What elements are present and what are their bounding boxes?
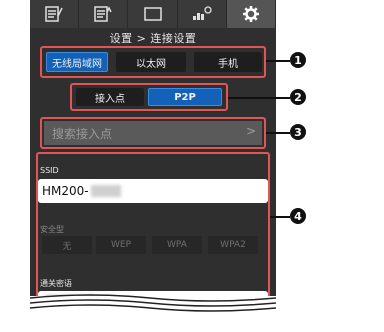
app-screen: 设置 > 连接设置 无线局域网 以太网 手机 接入点 P2P 搜索接入点 > S… (30, 0, 276, 296)
callout-4: 4 (290, 208, 306, 224)
segment-ethernet[interactable]: 以太网 (116, 52, 186, 72)
list-edit-icon (45, 6, 63, 22)
callout-line-3 (266, 132, 290, 134)
settings-block-highlight (36, 152, 270, 296)
callout-line-2 (228, 97, 290, 99)
tab-monitor[interactable] (128, 0, 178, 28)
security-option-wpa2[interactable]: WPA2 (208, 236, 258, 254)
torn-edge-decoration (0, 294, 384, 332)
list-upload-icon (94, 6, 112, 22)
ssid-redacted (90, 185, 121, 197)
tab-list-edit[interactable] (30, 0, 80, 28)
gear-icon (242, 6, 259, 22)
ssid-value: HM200- (42, 184, 89, 198)
search-access-point-label: 搜索接入点 (52, 126, 113, 141)
callout-line-4 (270, 216, 290, 218)
security-label: 安全型 (40, 225, 64, 234)
segment-p2p[interactable]: P2P (148, 88, 222, 106)
callout-3: 3 (290, 124, 306, 140)
camera-settings-icon (192, 6, 212, 20)
segment-access-point[interactable]: 接入点 (76, 88, 144, 106)
chevron-right-icon: > (245, 124, 256, 138)
tab-settings[interactable] (226, 0, 276, 28)
security-option-none[interactable]: 无 (42, 236, 92, 254)
security-option-wep[interactable]: WEP (96, 236, 146, 254)
tab-list-upload[interactable] (79, 0, 129, 28)
monitor-icon (143, 7, 162, 21)
page-title: 设置 > 连接设置 (109, 32, 197, 45)
ssid-label: SSID (40, 166, 59, 175)
callout-1: 1 (290, 52, 306, 68)
callout-line-1 (266, 60, 290, 62)
tab-bar (30, 0, 276, 28)
segment-wireless-lan[interactable]: 无线局域网 (46, 52, 108, 72)
passphrase-label: 通关密语 (40, 279, 72, 288)
callout-2: 2 (290, 89, 306, 105)
segment-mobile[interactable]: 手机 (194, 52, 262, 72)
tab-camera-settings[interactable] (177, 0, 227, 28)
search-access-point-row[interactable]: 搜索接入点 > (44, 121, 262, 145)
security-option-wpa[interactable]: WPA (152, 236, 202, 254)
ssid-field[interactable]: HM200- (38, 179, 268, 203)
